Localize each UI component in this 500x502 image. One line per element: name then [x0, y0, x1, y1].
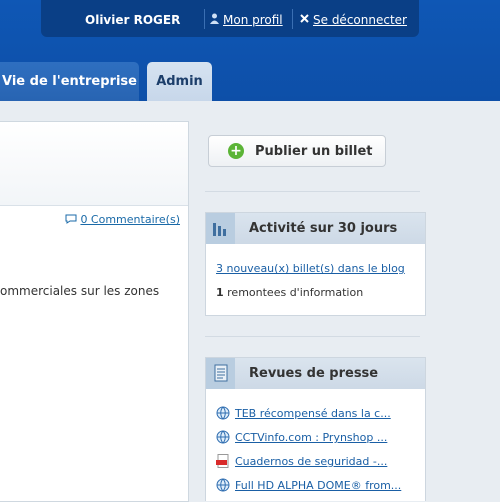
press-item-label: Cuadernos de seguridad -... — [235, 455, 388, 468]
comment-count: 0 Commentaire(s) — [80, 213, 180, 226]
document-icon — [206, 358, 235, 389]
press-header: Revues de presse — [206, 358, 425, 389]
web-link-icon — [216, 430, 230, 444]
user-icon — [210, 13, 219, 27]
web-link-icon — [216, 406, 230, 420]
logout-link[interactable]: Se déconnecter — [313, 13, 407, 27]
divider — [205, 191, 420, 192]
tab-vie-entreprise[interactable]: Vie de l'entreprise — [0, 62, 139, 101]
press-item-label: TEB récompensé dans la c... — [235, 407, 391, 420]
tab-label: Vie de l'entreprise — [2, 74, 137, 89]
tab-label: Admin — [156, 74, 203, 89]
close-icon — [300, 13, 309, 26]
post-header — [0, 122, 188, 206]
activity-box: Activité sur 30 jours 3 nouveau(x) bille… — [205, 212, 426, 316]
press-item-label: CCTVinfo.com : Prynshop ... — [235, 431, 388, 444]
top-header: Olivier ROGER Mon profil Se déconnecter … — [0, 0, 500, 101]
tab-admin[interactable]: Admin — [147, 62, 212, 101]
bar-chart-icon — [206, 213, 235, 244]
press-item[interactable]: Full HD ALPHA DOME® from... — [216, 478, 416, 492]
comment-icon — [65, 214, 77, 224]
new-posts-link[interactable]: 3 nouveau(x) billet(s) dans le blog — [216, 262, 405, 275]
feedback-count: 1 — [216, 286, 224, 299]
divider — [204, 9, 205, 29]
user-bar: Olivier ROGER Mon profil Se déconnecter — [41, 0, 419, 37]
plus-icon: + — [228, 143, 244, 159]
post-body: ommerciales sur les zones — [0, 284, 160, 298]
new-posts-label: 3 nouveau(x) billet(s) dans le blog — [216, 262, 405, 275]
activity-header: Activité sur 30 jours — [206, 213, 425, 244]
pdf-icon — [216, 454, 230, 468]
post-panel: 0 Commentaire(s) ommerciales sur les zon… — [0, 121, 189, 502]
press-item-label: Full HD ALPHA DOME® from... — [235, 479, 402, 492]
username: Olivier ROGER — [85, 13, 181, 27]
press-title: Revues de presse — [249, 366, 379, 381]
press-box: Revues de presse TEB récompensé dans la … — [205, 357, 426, 501]
feedback-label: remontees d'information — [227, 286, 364, 299]
press-item[interactable]: CCTVinfo.com : Prynshop ... — [216, 430, 416, 444]
comment-link[interactable]: 0 Commentaire(s) — [65, 213, 180, 226]
profile-link[interactable]: Mon profil — [223, 13, 283, 27]
publish-post-button[interactable]: + Publier un billet — [208, 135, 386, 167]
divider — [292, 9, 293, 29]
feedback-row: 1 remontees d'information — [216, 286, 363, 299]
activity-title: Activité sur 30 jours — [249, 221, 398, 236]
web-link-icon — [216, 478, 230, 492]
publish-label: Publier un billet — [255, 144, 373, 159]
press-item[interactable]: Cuadernos de seguridad -... — [216, 454, 416, 468]
divider — [205, 336, 420, 337]
press-item[interactable]: TEB récompensé dans la c... — [216, 406, 416, 420]
